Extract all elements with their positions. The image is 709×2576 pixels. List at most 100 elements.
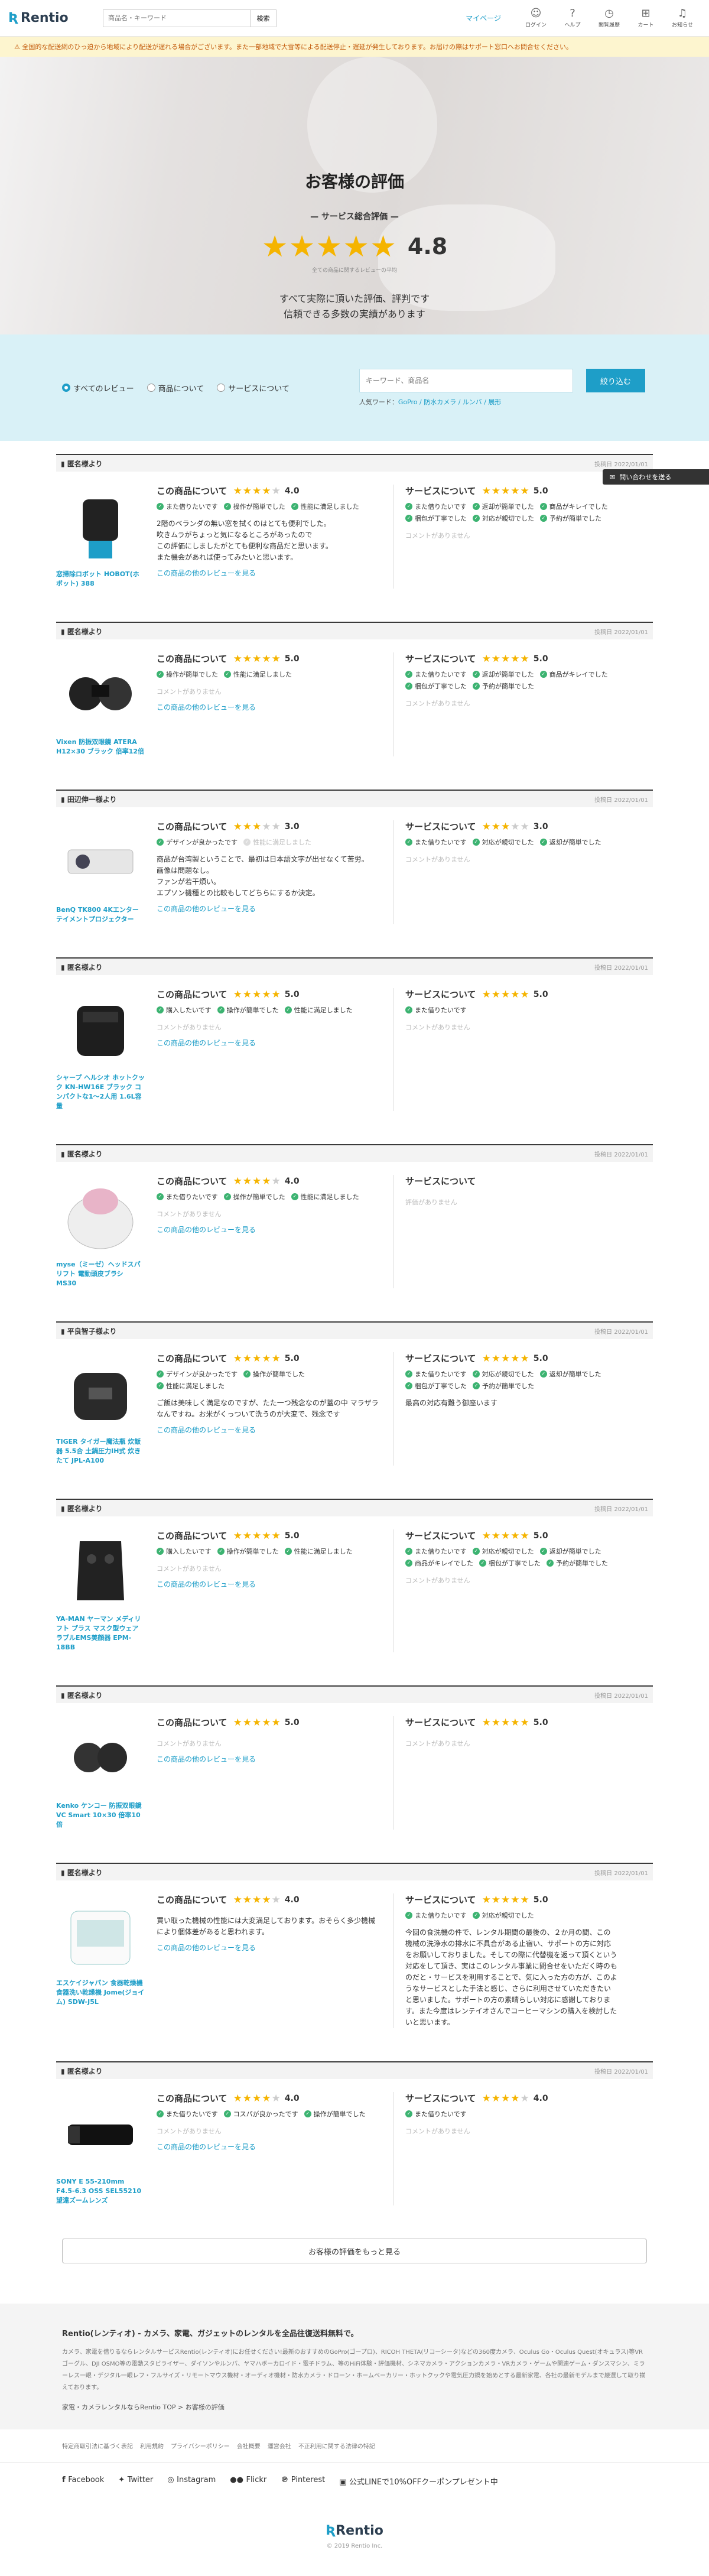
- more-reviews-link[interactable]: この商品の他のレビューを見る: [157, 1224, 381, 1235]
- footer-link[interactable]: 利用規約: [140, 2441, 164, 2450]
- help-link[interactable]: ? ヘルプ: [554, 8, 591, 29]
- more-reviews-link[interactable]: この商品の他のレビューを見る: [157, 1425, 381, 1435]
- hero: お客様の評価 — サービス総合評価 — ★★★★★ 4.8 全ての商品に関するレ…: [0, 57, 709, 334]
- contact-button[interactable]: ✉ 問い合わせを送る: [603, 469, 709, 485]
- login-link[interactable]: ☺ ログイン: [518, 8, 554, 29]
- footer-link[interactable]: 会社概要: [237, 2441, 261, 2450]
- product-name-link[interactable]: SONY E 55-210mm F4.5-6.3 OSS SEL55210 望遠…: [56, 2177, 145, 2205]
- product-name-link[interactable]: Vixen 防振双眼鏡 ATERA H12×30 ブラック 倍率12倍: [56, 738, 145, 756]
- header-search-button[interactable]: 検索: [251, 9, 277, 27]
- more-reviews-link[interactable]: この商品の他のレビューを見る: [157, 1579, 381, 1589]
- product-image[interactable]: [56, 820, 145, 903]
- product-name-link[interactable]: myse（ミーゼ）ヘッドスパリフト 電動頭皮ブラシ MS30: [56, 1260, 145, 1288]
- product-image[interactable]: [56, 652, 145, 735]
- more-reviews-link[interactable]: この商品の他のレビューを見る: [157, 1038, 381, 1048]
- load-more-button[interactable]: お客様の評価をもっと見る: [62, 2239, 647, 2263]
- radio-product-reviews[interactable]: 商品について: [147, 382, 204, 394]
- more-reviews-link[interactable]: この商品の他のレビューを見る: [157, 702, 381, 712]
- more-reviews-link[interactable]: この商品の他のレビューを見る: [157, 2142, 381, 2152]
- service-score: 5.0: [533, 1531, 548, 1541]
- product-no-comment: コメントがありません: [157, 1565, 222, 1573]
- service-stars: ★★★★★: [482, 1529, 530, 1542]
- cart-link[interactable]: ⊞ カート: [627, 8, 664, 29]
- product-stars: ★★★★★: [233, 2092, 281, 2104]
- product-image[interactable]: [56, 1352, 145, 1435]
- product-name-link[interactable]: TIGER タイガー魔法瓶 炊飯器 5.5合 土鍋圧力IH式 炊きたて JPL-…: [56, 1437, 145, 1466]
- product-tag: ✓ 操作が簡単でした: [304, 2109, 366, 2119]
- product-image[interactable]: [56, 2092, 145, 2175]
- reviewer-name: ▮ 匿名様より: [61, 627, 103, 636]
- product-stars: ★★★★★: [233, 988, 281, 1000]
- product-image[interactable]: [56, 988, 145, 1071]
- service-score: 5.0: [533, 989, 548, 999]
- twitter-link[interactable]: ✦ Twitter: [118, 2476, 153, 2487]
- flickr-link[interactable]: ●● Flickr: [230, 2476, 266, 2487]
- bell-icon: ♫: [677, 7, 688, 20]
- mypage-link[interactable]: マイページ: [466, 13, 501, 23]
- rating-note: 全ての商品に関するレビューの平均: [311, 268, 397, 274]
- product-comment: ご飯は美味しく満足なのですが、たた一つ残念なのが蓋の中 マラザラなんですね。お米…: [157, 1399, 379, 1418]
- service-review: サービスについて ★★★★★ 5.0 ✓ また借りたいです ✓ 返却が簡単でした ✓ 商品がキ…: [393, 485, 629, 589]
- check-icon: ✓: [157, 1548, 164, 1555]
- breadcrumb[interactable]: 家電・カメラレンタルならRentio TOP > お客様の評価: [62, 2402, 647, 2412]
- product-name-link[interactable]: Kenko ケンコー 防振双眼鏡 VC Smart 10×30 倍率10倍: [56, 1801, 145, 1830]
- filter-submit-button[interactable]: 絞り込む: [586, 369, 645, 392]
- review-header: ▮ 匿名様より 投稿日 2022/01/01: [56, 623, 653, 639]
- hero-subtitle: — サービス総合評価 —: [310, 212, 399, 222]
- product-review: この商品について ★★★★★ 5.0 ✓ 購入したいです ✓ 操作が簡単でした ✓ 性能に満足…: [157, 988, 393, 1111]
- footer-logo[interactable]: ƦRentio: [0, 2523, 709, 2538]
- product-image[interactable]: [56, 1716, 145, 1799]
- footer-link[interactable]: 不正利用に関する法律の特記: [298, 2441, 375, 2450]
- more-reviews-link[interactable]: この商品の他のレビューを見る: [157, 568, 381, 578]
- product-name-link[interactable]: 窓掃除ロボット HOBOT(ホボット) 388: [56, 570, 145, 589]
- product-name-link[interactable]: YA-MAN ヤーマン メディリフト プラス マスク型ウェアラブルEMS美顔器 …: [56, 1615, 145, 1652]
- check-icon: ✓: [157, 1193, 164, 1200]
- product-image[interactable]: [56, 1893, 145, 1976]
- check-icon: ✓: [157, 839, 164, 846]
- check-icon: ✓: [157, 2110, 164, 2117]
- footer-link[interactable]: 運営会社: [268, 2441, 291, 2450]
- review-date: 投稿日 2022/01/01: [594, 964, 648, 972]
- user-icon: ▮: [61, 459, 67, 468]
- more-reviews-link[interactable]: この商品の他のレビューを見る: [157, 1942, 381, 1953]
- filter-radios: すべてのレビュー 商品について サービスについて: [62, 382, 303, 394]
- check-icon: ✓: [217, 1548, 225, 1555]
- user-icon: ▮: [61, 2067, 67, 2075]
- notification-link[interactable]: ♫ お知らせ: [664, 7, 701, 29]
- radio-all-reviews[interactable]: すべてのレビュー: [62, 382, 134, 394]
- radio-service-reviews[interactable]: サービスについて: [217, 382, 290, 394]
- product-name-link[interactable]: エスケイジャパン 食器乾燥機 食器洗い乾燥機 Jome(ジョイム) SDW-J5…: [56, 1979, 145, 2007]
- product-tag: ✓ 性能に満足しました: [284, 1547, 353, 1556]
- history-link[interactable]: ◷ 閲覧履歴: [591, 8, 627, 29]
- product-name-link[interactable]: BenQ TK800 4Kエンターテイメントプロジェクター: [56, 905, 145, 924]
- site-logo[interactable]: Ʀ Rentio: [8, 11, 103, 25]
- product-tag: ✓ 操作が簡単でした: [157, 670, 218, 679]
- service-review: サービスについて ★★★★★ 3.0 ✓ また借りたいです ✓ 対応が親切でした ✓ 返却が簡…: [393, 820, 629, 924]
- pinterest-link[interactable]: ℗ Pinterest: [281, 2476, 325, 2487]
- service-score: 5.0: [533, 1353, 548, 1363]
- facebook-icon: f: [62, 2476, 69, 2484]
- instagram-link[interactable]: ◎ Instagram: [167, 2476, 216, 2487]
- more-reviews-link[interactable]: この商品の他のレビューを見る: [157, 1754, 381, 1764]
- more-reviews-link[interactable]: この商品の他のレビューを見る: [157, 904, 381, 914]
- product-tag: ✓ 性能に満足しました: [291, 1192, 359, 1201]
- footer-link[interactable]: 特定商取引法に基づく表記: [62, 2441, 133, 2450]
- footer-link[interactable]: プライバシーポリシー: [171, 2441, 230, 2450]
- product-image[interactable]: [56, 1529, 145, 1612]
- service-score: 4.0: [533, 2093, 548, 2103]
- header-search-input[interactable]: [103, 9, 251, 27]
- product-image[interactable]: [56, 485, 145, 567]
- filter-search-input[interactable]: [359, 369, 573, 392]
- product-tag: ✓ 購入したいです: [157, 1547, 212, 1556]
- facebook-link[interactable]: f Facebook: [62, 2476, 104, 2487]
- product-image[interactable]: [56, 1175, 145, 1258]
- check-icon: ✓: [547, 1560, 554, 1567]
- line-link[interactable]: ▣ 公式LINEで10%OFFクーポンプレゼント中: [339, 2476, 498, 2487]
- service-tag: ✓ また借りたいです: [405, 502, 467, 511]
- popular-words[interactable]: 人気ワード：GoPro / 防水カメラ / ルンバ / 展形: [359, 397, 645, 407]
- product-name-link[interactable]: シャープ ヘルシオ ホットクック KN-HW16E ブラック コンパクトな1〜2…: [56, 1073, 145, 1111]
- review-list: ✉ 問い合わせを送る ▮ 匿名様より 投稿日 2022/01/01 窓掃除ロボッ…: [0, 441, 709, 2205]
- service-no-comment: コメントがありません: [405, 532, 470, 540]
- check-icon: ✓: [539, 1548, 547, 1555]
- check-icon: ✓: [223, 1193, 231, 1200]
